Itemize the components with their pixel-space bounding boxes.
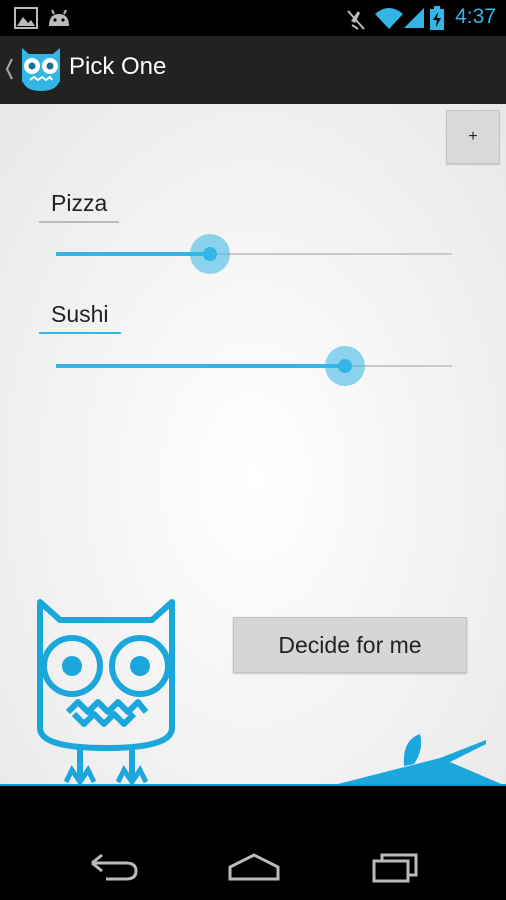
wifi-icon: [375, 8, 403, 29]
main-content: + Pizza Sushi Decide for me: [0, 104, 506, 786]
back-icon[interactable]: [86, 849, 140, 883]
up-navigation-icon[interactable]: [4, 56, 14, 82]
slider-fill: [56, 364, 346, 368]
add-option-button[interactable]: +: [446, 110, 500, 164]
action-bar: Pick One: [0, 36, 506, 106]
signal-icon: [404, 8, 424, 28]
page-title: Pick One: [69, 53, 167, 80]
gallery-icon: [14, 7, 38, 29]
battery-charging-icon: [430, 6, 444, 30]
slider-fill: [56, 252, 211, 256]
decide-button[interactable]: Decide for me: [233, 617, 467, 673]
status-time: 4:37: [455, 5, 496, 28]
home-icon[interactable]: [226, 849, 282, 883]
navigation-bar: [0, 833, 506, 900]
owl-logo-icon[interactable]: [20, 46, 62, 92]
recent-apps-icon[interactable]: [370, 849, 422, 883]
status-bar: 4:37: [0, 0, 506, 36]
android-icon: [49, 9, 69, 26]
option-name-field-sushi[interactable]: Sushi: [39, 301, 121, 334]
branch-graphic: [330, 734, 506, 786]
option-name-field-pizza[interactable]: Pizza: [39, 190, 120, 223]
owl-mascot-icon: [37, 599, 175, 786]
mute-icon: [347, 10, 365, 30]
slider-thumb[interactable]: [338, 359, 353, 373]
weight-slider-sushi[interactable]: [56, 346, 452, 386]
weight-slider-pizza[interactable]: [56, 234, 452, 274]
ground-bar: [0, 784, 506, 786]
